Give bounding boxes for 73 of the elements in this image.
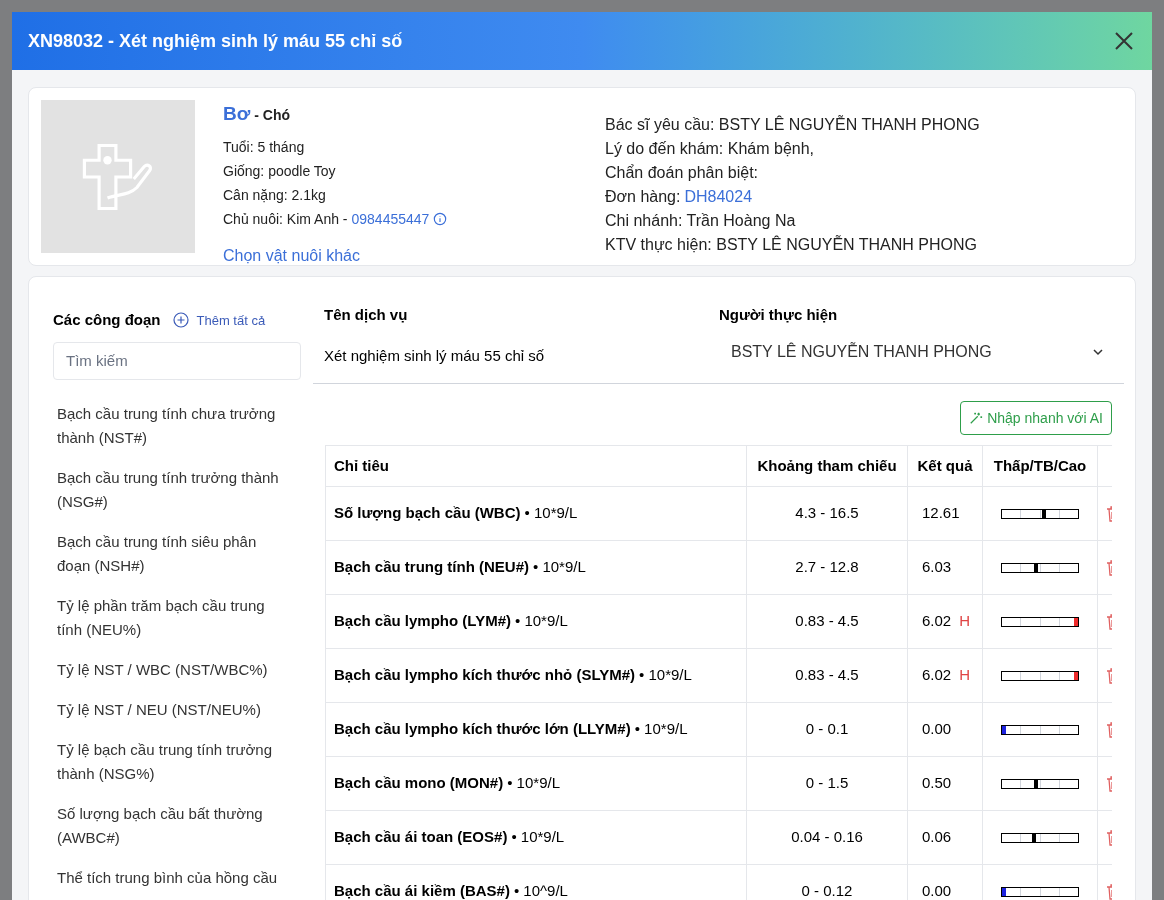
stage-item[interactable]: Bạch cầu trung tính chưa trưởng thành (NST#) — [53, 397, 293, 454]
reference-range: 2.7 - 12.8 — [746, 540, 908, 595]
indicator-name: Số lượng bạch cầu (WBC) — [334, 504, 521, 522]
change-pet-link[interactable]: Chọn vật nuôi khác — [223, 243, 593, 268]
stage-item[interactable]: Tỷ lệ phần trăm bạch cầu trung tính (NEU%) — [53, 589, 293, 646]
visit-info: Đơn hàng: — [605, 187, 681, 207]
order-link[interactable]: DH84024 — [684, 186, 753, 207]
stage-item[interactable]: Số lượng bạch cầu bất thường (AWBC#) — [53, 797, 293, 854]
result-value: 0.50 — [922, 774, 952, 792]
stage-item[interactable]: Tỷ lệ NST / WBC (NST/WBC%) — [53, 653, 293, 686]
service-name: Xét nghiệm sinh lý máu 55 chỉ số — [324, 345, 546, 366]
pet-detail: Tuổi: 5 tháng — [223, 137, 306, 157]
stage-item[interactable]: Tỷ lệ NST / NEU (NST/NEU%) — [53, 693, 293, 726]
owner-label: Chủ nuôi: Kim Anh - — [223, 209, 348, 229]
result-value: 6.03 — [922, 558, 952, 576]
reference-range: 0.04 - 0.16 — [746, 810, 908, 865]
indicator-name: Bạch cầu trung tính (NEU#) — [334, 558, 529, 576]
performer-select[interactable]: BSTY LÊ NGUYỄN THANH PHONG — [719, 336, 1124, 367]
magic-wand-icon — [969, 411, 984, 425]
column-header: Kết quả — [907, 445, 983, 487]
result-value: 0.06 — [922, 828, 952, 846]
reference-range: 0.83 - 4.5 — [746, 648, 908, 703]
visit-info: Lý do đến khám: Khám bệnh, — [605, 139, 816, 159]
add-all-link[interactable]: Thêm tất cả — [196, 310, 266, 330]
stage-item[interactable]: Tỷ lệ bạch cầu trung tính trưởng thành (NSG%) — [53, 733, 293, 790]
indicator-unit: • 10^9/L — [513, 882, 568, 900]
column-header: Thấp/TB/Cao — [982, 445, 1098, 487]
performer-label: Người thực hiện — [719, 305, 839, 325]
result-value: 12.61 — [922, 504, 960, 522]
indicator-name: Bạch cầu lympho kích thước lớn (LLYM#) — [334, 720, 631, 738]
add-icon[interactable] — [172, 312, 189, 329]
ai-input-button[interactable]: Nhập nhanh với AI — [960, 401, 1112, 435]
visit-info: Chi nhánh: Trần Hoàng Na — [605, 211, 797, 231]
visit-info: KTV thực hiện: BSTY LÊ NGUYỄN THANH PHONG — [605, 234, 978, 255]
column-header: Khoảng tham chiếu — [746, 445, 908, 487]
indicator-unit: • 10*9/L — [639, 666, 692, 684]
indicator-unit: • 10*9/L — [511, 828, 565, 846]
indicator-name: Bạch cầu ái kiềm (BAS#) — [334, 882, 510, 900]
result-value: 6.02 — [922, 612, 952, 630]
visit-info: Bác sĩ yêu cầu: BSTY LÊ NGUYỄN THANH PHONG — [605, 114, 980, 135]
indicator-name: Bạch cầu mono (MON#) — [334, 774, 504, 792]
stage-item[interactable]: Bạch cầu trung tính trưởng thành (NSG#) — [53, 461, 293, 518]
indicator-unit: • 10*9/L — [533, 558, 586, 576]
indicator-name: Bạch cầu lympho (LYM#) — [334, 612, 511, 630]
stage-item[interactable]: Thể tích trung bình của hồng cầu — [53, 861, 293, 894]
stages-title: Các công đoạn — [53, 310, 161, 330]
reference-range: 0 - 1.5 — [746, 756, 908, 811]
pet-species: - Chó — [254, 106, 290, 125]
indicator-unit: • 10*9/L — [634, 720, 688, 738]
visit-info: Chẩn đoán phân biệt: — [605, 163, 759, 183]
stage-item[interactable]: Bạch cầu trung tính siêu phân đoạn (NSH#) — [53, 525, 293, 582]
column-header: Chỉ tiêu — [325, 445, 747, 487]
phone-link[interactable]: 0984455447 — [351, 208, 430, 230]
reference-range: 0.83 - 4.5 — [746, 594, 908, 649]
result-value: 6.02 — [922, 666, 952, 684]
pet-detail: Cân nặng: 2.1kg — [223, 185, 327, 205]
high-flag-label: H — [959, 612, 971, 630]
indicator-unit: • 10*9/L — [515, 612, 568, 630]
indicator-unit: • 10*9/L — [507, 774, 560, 792]
search-field[interactable]: Tìm kiếm — [53, 341, 301, 380]
pet-detail: Giống: poodle Toy — [223, 161, 337, 181]
pet-name: Bơ — [223, 102, 251, 126]
reference-range: 0 - 0.1 — [746, 702, 908, 757]
result-value: 0.00 — [922, 882, 952, 900]
indicator-name: Bạch cầu ái toan (EOS#) — [334, 828, 508, 846]
service-label: Tên dịch vụ — [324, 305, 409, 325]
modal-title: XN98032 - Xét nghiệm sinh lý máu 55 chỉ số — [28, 29, 403, 53]
result-value: 0.00 — [922, 720, 952, 738]
indicator-name: Bạch cầu lympho kích thước nhỏ (SLYM#) — [334, 666, 636, 684]
high-flag-label: H — [959, 666, 971, 684]
indicator-unit: • 10*9/L — [524, 504, 578, 522]
info-icon[interactable] — [433, 212, 448, 226]
reference-range: 4.3 - 16.5 — [746, 486, 908, 541]
